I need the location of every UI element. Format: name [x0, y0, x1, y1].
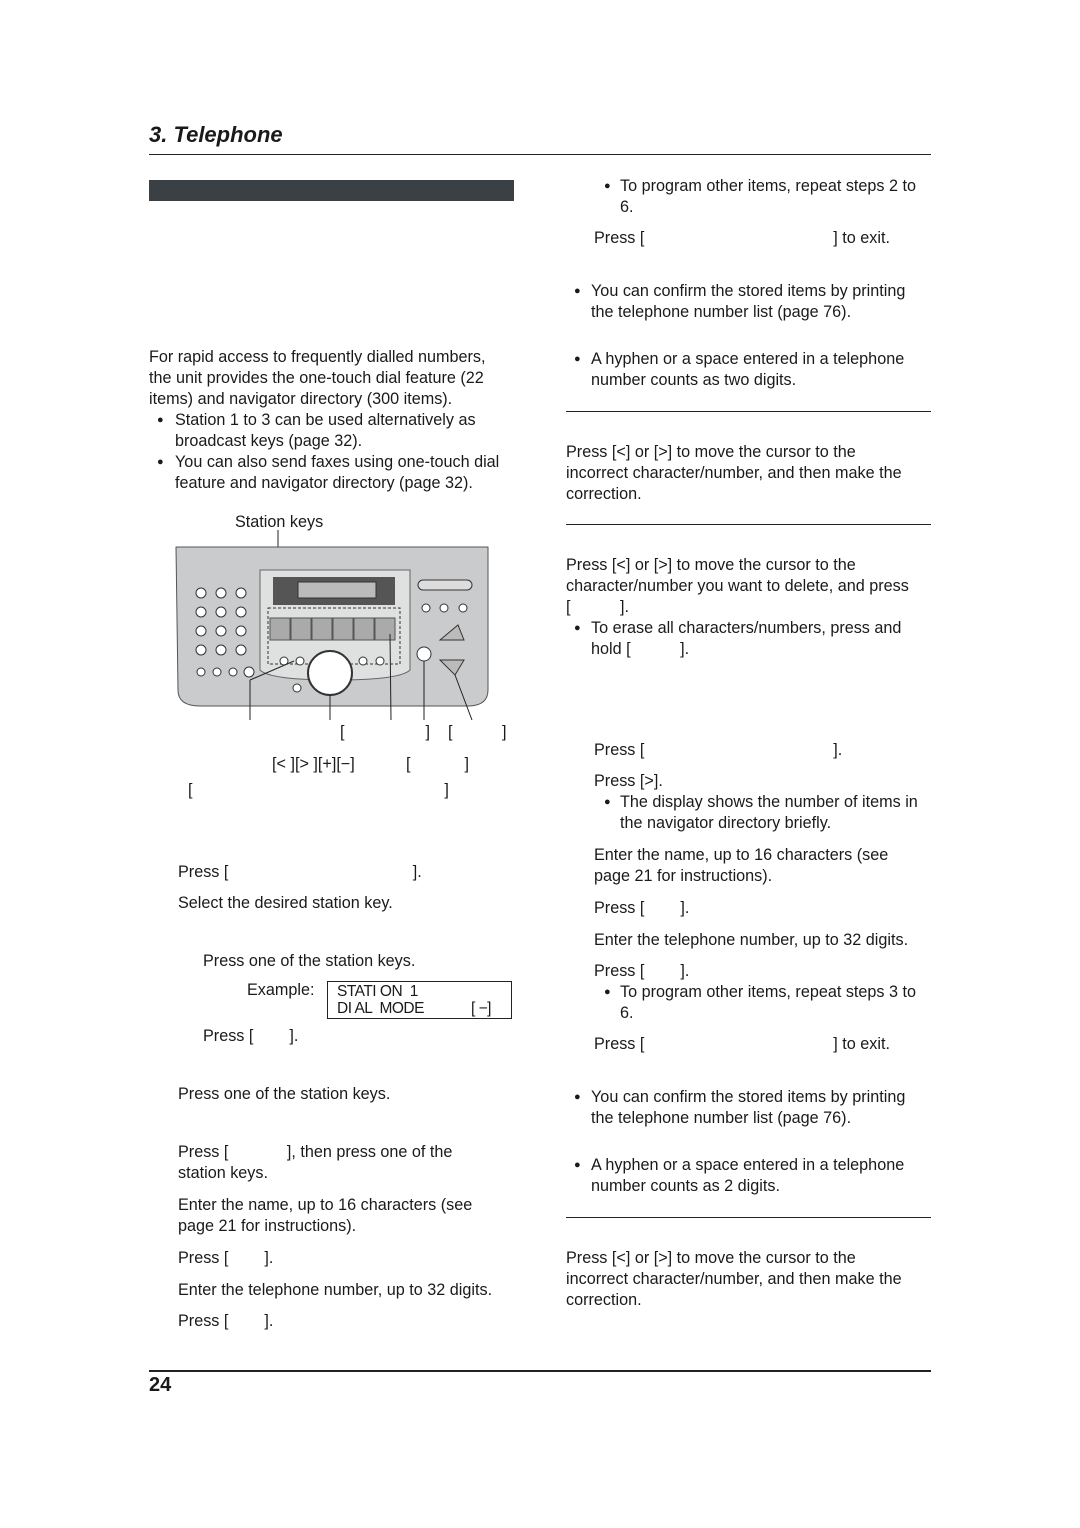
left-text-line: Station keys	[235, 513, 324, 531]
right-text-line: correction.	[566, 1291, 642, 1309]
left-text-line: Enter the telephone number, up to 32 dig…	[178, 1281, 493, 1299]
left-text-line: [ ]	[448, 723, 507, 741]
left-text-line: Station 1 to 3 can be used alternatively…	[175, 411, 476, 429]
bullet-icon: ●	[604, 796, 611, 808]
right-text-line: incorrect character/number, and then mak…	[566, 464, 902, 482]
left-text-line: Press one of the station keys.	[203, 952, 416, 970]
left-text-line: [< ][> ][+][−]	[272, 755, 355, 773]
bullet-icon: ●	[157, 456, 164, 468]
left-text-line: Press [ ].	[178, 1249, 274, 1267]
bullet-icon: ●	[157, 414, 164, 426]
right-text-line: incorrect character/number, and then mak…	[566, 1270, 902, 1288]
right-text-line: Press [ ] to exit.	[594, 229, 890, 247]
right-text-line: page 21 for instructions).	[594, 867, 773, 885]
bullet-icon: ●	[574, 622, 581, 634]
right-text-line: A hyphen or a space entered in a telepho…	[591, 1156, 905, 1174]
bullet-icon: ●	[574, 353, 581, 365]
left-text-line: Example:	[247, 981, 315, 999]
bullet-icon: ●	[574, 1159, 581, 1171]
display-line-2: DI AL MODE	[337, 1000, 424, 1017]
left-text-line: broadcast keys (page 32).	[175, 432, 363, 450]
right-text-line: To program other items, repeat steps 2 t…	[620, 177, 917, 195]
right-text-line: correction.	[566, 485, 642, 503]
right-text-line: Press [<] or [>] to move the cursor to t…	[566, 1249, 856, 1267]
left-text-line: the unit provides the one-touch dial fea…	[149, 369, 484, 387]
right-text-line: You can confirm the stored items by prin…	[591, 282, 906, 300]
left-text-line: Enter the name, up to 16 characters (see	[178, 1196, 473, 1214]
right-text-line: 6.	[620, 1004, 634, 1022]
bullet-icon: ●	[604, 986, 611, 998]
divider	[566, 524, 931, 525]
right-text-line: 6.	[620, 198, 634, 216]
right-text-line: Press [<] or [>] to move the cursor to t…	[566, 443, 856, 461]
left-text-line: page 21 for instructions).	[178, 1217, 357, 1235]
display-line-1: STATI ON 1	[337, 983, 418, 1000]
header-rule	[149, 154, 931, 155]
right-text-line: Enter the telephone number, up to 32 dig…	[594, 931, 909, 949]
left-text-line: Press one of the station keys.	[178, 1085, 391, 1103]
divider	[566, 1217, 931, 1218]
left-text-line: Press [ ].	[178, 1312, 274, 1330]
left-text-line: Press [ ].	[203, 1027, 299, 1045]
bullet-icon: ●	[574, 1091, 581, 1103]
right-text-line: To erase all characters/numbers, press a…	[591, 619, 902, 637]
chapter-title: 3. Telephone	[149, 122, 283, 147]
display-line-2-value: [ −]	[471, 1000, 491, 1017]
right-text-line: Press [ ].	[594, 899, 690, 917]
bullet-icon: ●	[574, 285, 581, 297]
right-text-line: To program other items, repeat steps 3 t…	[620, 983, 917, 1001]
right-text-line: number counts as 2 digits.	[591, 1177, 780, 1195]
right-text-line: A hyphen or a space entered in a telepho…	[591, 350, 905, 368]
left-text-line: Press [ ].	[178, 863, 422, 881]
footer-rule	[149, 1370, 931, 1372]
right-text-line: Press [ ].	[594, 962, 690, 980]
right-text-line: the telephone number list (page 76).	[591, 303, 852, 321]
left-text-line: You can also send faxes using one-touch …	[175, 453, 500, 471]
left-text-line: [ ]	[340, 723, 430, 741]
page-number: 24	[149, 1374, 172, 1396]
left-text-line: For rapid access to frequently dialled n…	[149, 348, 486, 366]
left-text-line: Press [ ], then press one of the	[178, 1143, 453, 1161]
right-text-line: character/number you want to delete, and…	[566, 577, 909, 595]
right-text-line: number counts as two digits.	[591, 371, 797, 389]
right-text-line: The display shows the number of items in	[620, 793, 918, 811]
right-text-line: Press [>].	[594, 772, 663, 790]
left-text-line: Select the desired station key.	[178, 894, 393, 912]
right-text-line: Enter the name, up to 16 characters (see	[594, 846, 889, 864]
section-heading-bar	[149, 180, 514, 201]
fax-control-panel-illustration	[175, 530, 489, 720]
right-text-line: Press [ ] to exit.	[594, 1035, 890, 1053]
bullet-icon: ●	[604, 180, 611, 192]
left-text-line: feature and navigator directory (page 32…	[175, 474, 473, 492]
left-text-line: station keys.	[178, 1164, 268, 1182]
left-text-line: [ ]	[406, 755, 469, 773]
right-text-line: the telephone number list (page 76).	[591, 1109, 852, 1127]
divider	[566, 411, 931, 412]
manual-page: 3. Telephone STATI ON 1 DI AL MODE [−] …	[0, 0, 1080, 1528]
left-text-line: items) and navigator directory (300 item…	[149, 390, 453, 408]
right-text-line: the navigator directory briefly.	[620, 814, 832, 832]
right-text-line: [ ].	[566, 598, 629, 616]
display-example: STATI ON 1 DI AL MODE [ −]	[327, 981, 512, 1019]
right-text-line: Press [ ].	[594, 741, 843, 759]
right-text-line: hold [ ].	[591, 640, 690, 658]
right-text-line: You can confirm the stored items by prin…	[591, 1088, 906, 1106]
right-text-line: Press [<] or [>] to move the cursor to t…	[566, 556, 856, 574]
left-text-line: [ ]	[188, 781, 449, 799]
